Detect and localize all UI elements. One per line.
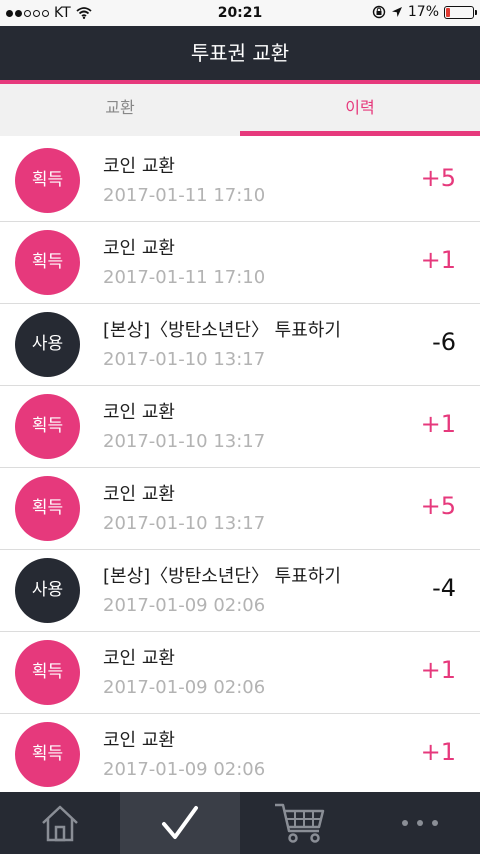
status-right: 17% <box>372 4 477 20</box>
gain-badge: 획득 <box>15 476 80 541</box>
history-item[interactable]: 획득 코인 교환 2017-01-11 17:10 +5 <box>0 140 480 222</box>
history-item-amount: +1 <box>420 246 456 274</box>
gain-badge: 획득 <box>15 722 80 787</box>
history-item-time: 2017-01-10 13:17 <box>103 349 266 370</box>
history-item[interactable]: 획득 코인 교환 2017-01-10 13:17 +5 <box>0 468 480 550</box>
use-badge: 사용 <box>15 312 80 377</box>
battery-percent: 17% <box>407 4 439 20</box>
use-badge: 사용 <box>15 558 80 623</box>
history-item-time: 2017-01-09 02:06 <box>103 759 266 780</box>
history-item-time: 2017-01-11 17:10 <box>103 185 266 206</box>
history-item-time: 2017-01-10 13:17 <box>103 431 266 452</box>
battery-icon <box>444 5 477 19</box>
history-list[interactable]: 획득 코인 교환 2017-01-11 17:10 +5 획득 코인 교환 2017-01-… <box>0 140 480 792</box>
check-icon <box>162 806 198 839</box>
location-icon <box>391 7 402 17</box>
history-item[interactable]: 획득 코인 교환 2017-01-10 13:17 +1 <box>0 386 480 468</box>
gain-badge: 획득 <box>15 148 80 213</box>
gain-badge: 획득 <box>15 394 80 459</box>
history-item-amount: +5 <box>420 164 456 192</box>
history-item-amount: +5 <box>420 492 456 520</box>
history-item-amount: +1 <box>420 410 456 438</box>
tab-exchange[interactable]: 교환 <box>0 84 240 136</box>
battery-level <box>446 7 451 17</box>
history-item[interactable]: 사용 [본상]〈방탄소년단〉 투표하기 2017-01-10 13:17 -6 <box>0 304 480 386</box>
gain-badge: 획득 <box>15 230 80 295</box>
history-item-time: 2017-01-11 17:10 <box>103 267 266 288</box>
bottom-nav <box>0 792 480 854</box>
gain-badge: 획득 <box>15 640 80 705</box>
history-item-title: 코인 교환 <box>103 238 175 259</box>
nav-shop-button[interactable] <box>240 792 360 854</box>
tab-history[interactable]: 이력 <box>240 84 480 136</box>
history-item[interactable]: 획득 코인 교환 2017-01-09 02:06 +1 <box>0 632 480 714</box>
history-item-title: [본상]〈방탄소년단〉 투표하기 <box>103 566 341 587</box>
status-bar: KT 20:21 17% <box>0 0 480 26</box>
nav-more-button[interactable] <box>360 792 480 854</box>
home-icon <box>42 805 78 842</box>
history-item-time: 2017-01-09 02:06 <box>103 677 266 698</box>
history-item-amount: +1 <box>420 656 456 684</box>
history-item[interactable]: 획득 코인 교환 2017-01-11 17:10 +1 <box>0 222 480 304</box>
nav-home-button[interactable] <box>0 792 120 854</box>
nav-vote-button[interactable] <box>120 792 240 854</box>
more-icon <box>402 820 438 826</box>
history-item-amount: -4 <box>432 574 456 602</box>
history-item-title: 코인 교환 <box>103 648 175 669</box>
rotation-lock-icon <box>372 5 386 19</box>
tab-bar: 교환 이력 <box>0 84 480 136</box>
history-item-amount: -6 <box>432 328 456 356</box>
history-item[interactable]: 획득 코인 교환 2017-01-09 02:06 +1 <box>0 714 480 792</box>
cart-icon <box>275 803 325 843</box>
history-item[interactable]: 사용 [본상]〈방탄소년단〉 투표하기 2017-01-09 02:06 -4 <box>0 550 480 632</box>
history-item-title: 코인 교환 <box>103 484 175 505</box>
page-title: 투표권 교환 <box>0 26 480 80</box>
history-item-title: [본상]〈방탄소년단〉 투표하기 <box>103 320 341 341</box>
history-item-title: 코인 교환 <box>103 730 175 751</box>
history-item-time: 2017-01-09 02:06 <box>103 595 266 616</box>
history-item-amount: +1 <box>420 738 456 766</box>
history-item-title: 코인 교환 <box>103 156 175 177</box>
history-item-title: 코인 교환 <box>103 402 175 423</box>
history-item-time: 2017-01-10 13:17 <box>103 513 266 534</box>
